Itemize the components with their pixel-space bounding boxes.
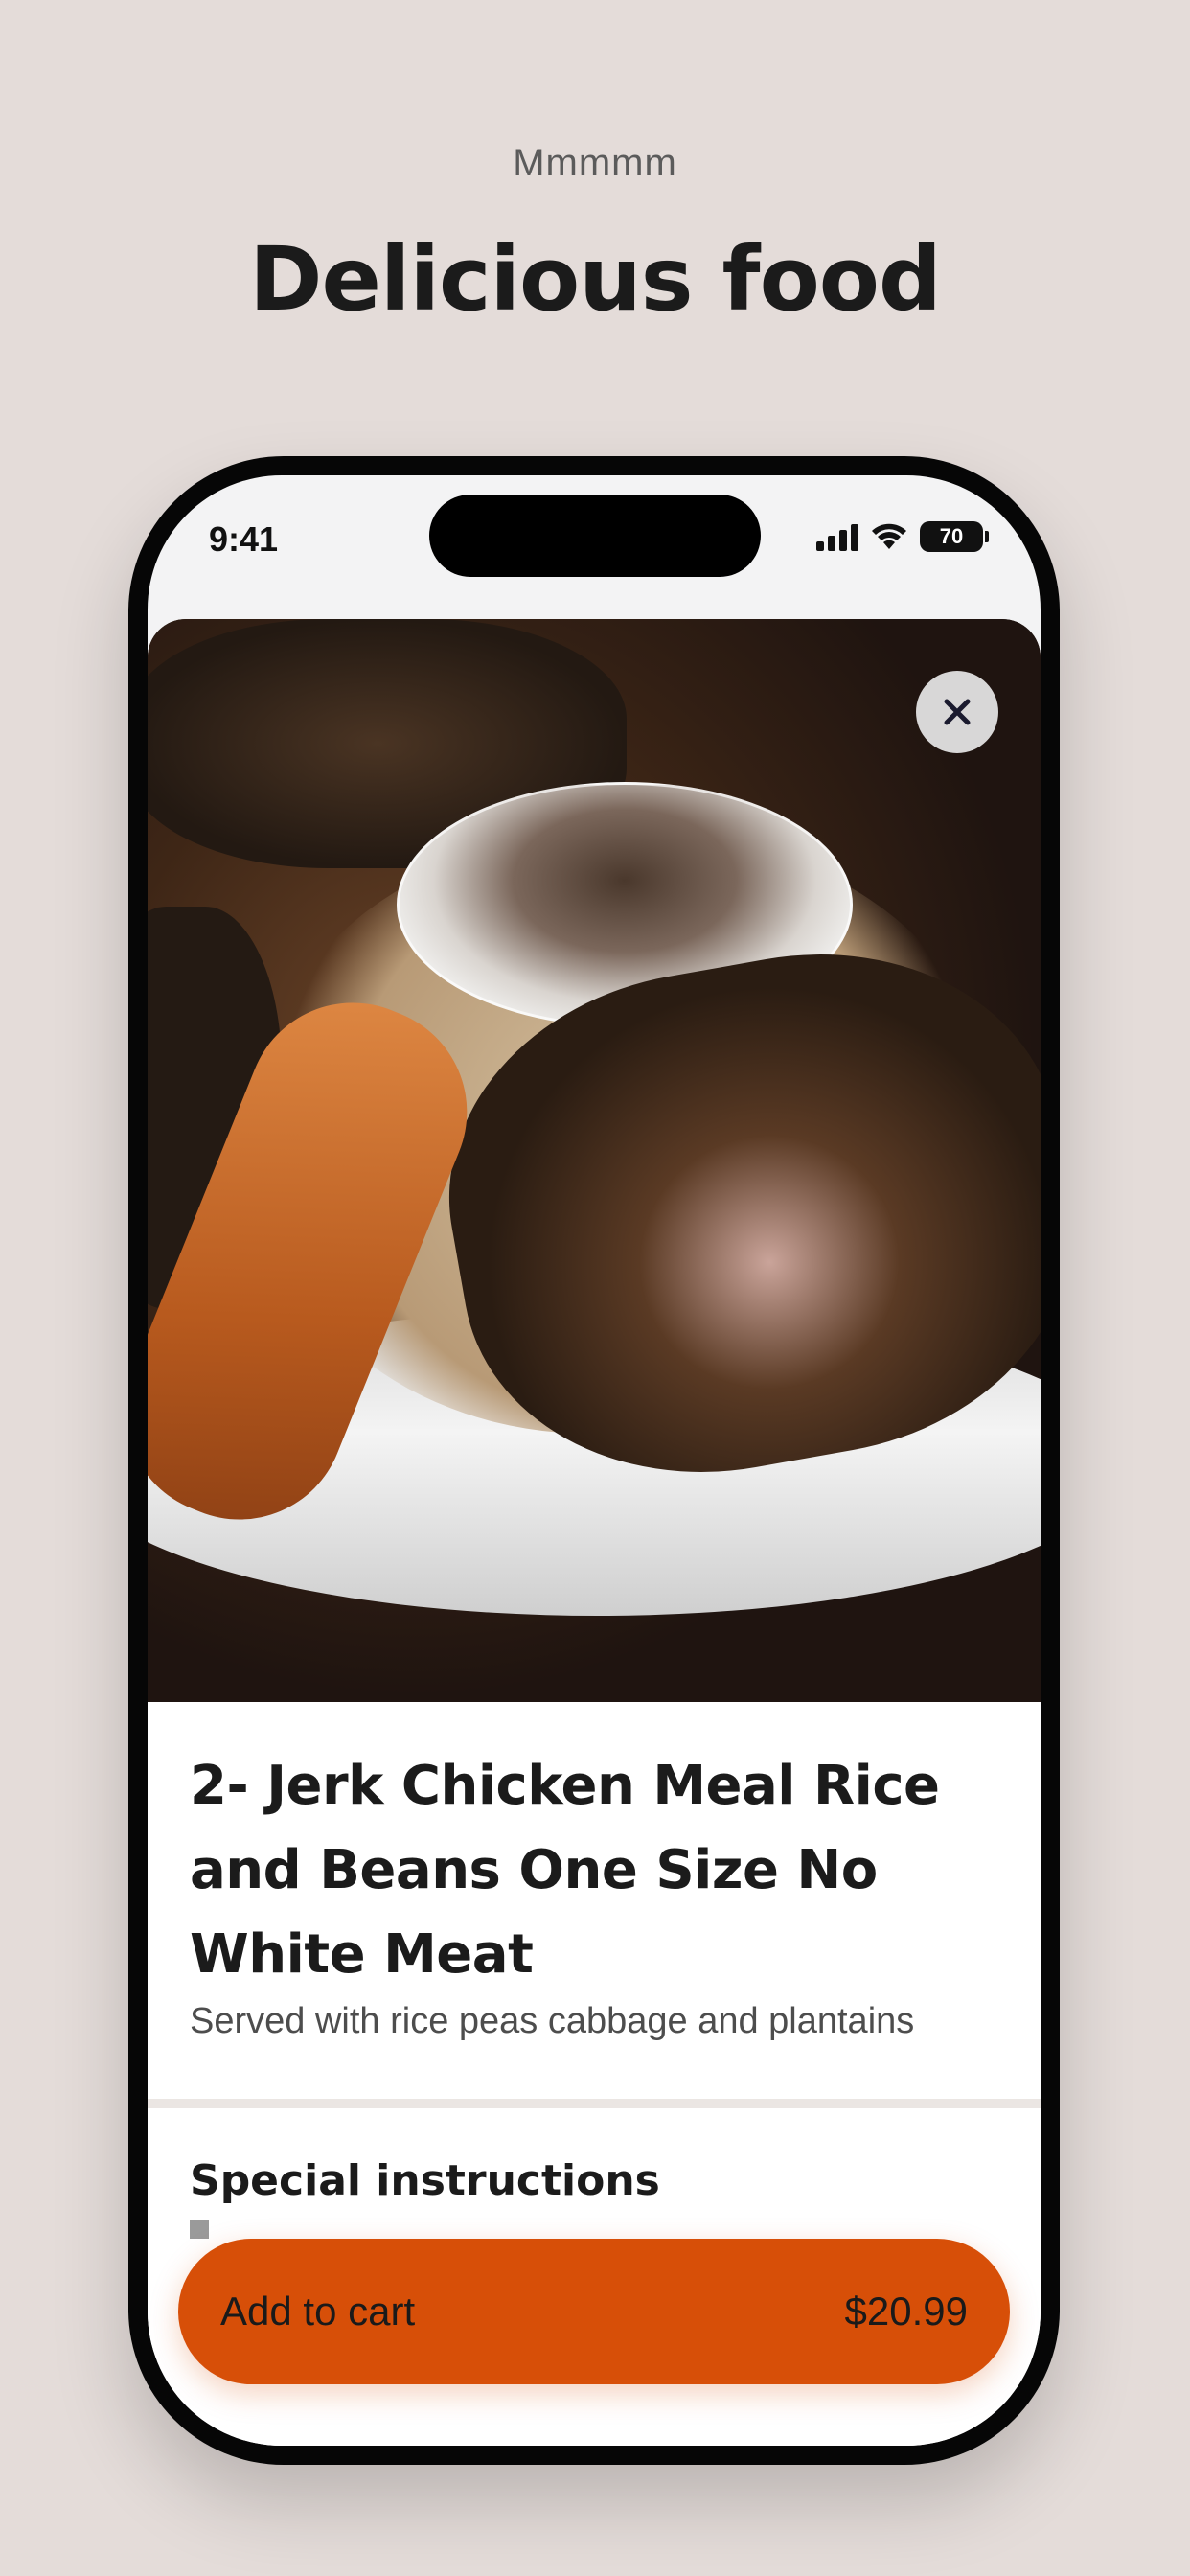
item-title: 2- Jerk Chicken Meal Rice and Beans One … <box>190 1755 940 1986</box>
wifi-icon <box>872 523 906 549</box>
status-time: 9:41 <box>209 519 279 559</box>
special-instructions-field[interactable] <box>190 2220 209 2239</box>
add-to-cart-label: Add to cart <box>220 2288 416 2334</box>
status-icons: 70 <box>816 521 989 552</box>
hero-eyebrow: Mmmmm <box>513 142 677 184</box>
signal-icon <box>816 522 858 551</box>
item-sheet: 2- Jerk Chicken Meal Rice and Beans One … <box>148 619 1041 2446</box>
phone-frame: 9:41 70 2- Jerk Chicken Meal Rice and Be… <box>128 456 1060 2465</box>
special-instructions-heading: Special instructions <box>190 2156 660 2205</box>
dynamic-island <box>429 494 761 577</box>
battery-icon: 70 <box>920 521 989 552</box>
hero-title: Delicious food <box>249 228 942 331</box>
add-to-cart-button[interactable]: Add to cart $20.99 <box>178 2239 1010 2384</box>
section-divider <box>148 2099 1041 2108</box>
close-button[interactable] <box>916 671 998 753</box>
cart-price: $20.99 <box>844 2288 968 2334</box>
phone-screen: 9:41 70 2- Jerk Chicken Meal Rice and Be… <box>148 475 1041 2446</box>
food-photo <box>148 619 1041 1702</box>
item-description: Served with rice peas cabbage and planta… <box>190 2001 915 2041</box>
close-icon <box>944 699 971 725</box>
